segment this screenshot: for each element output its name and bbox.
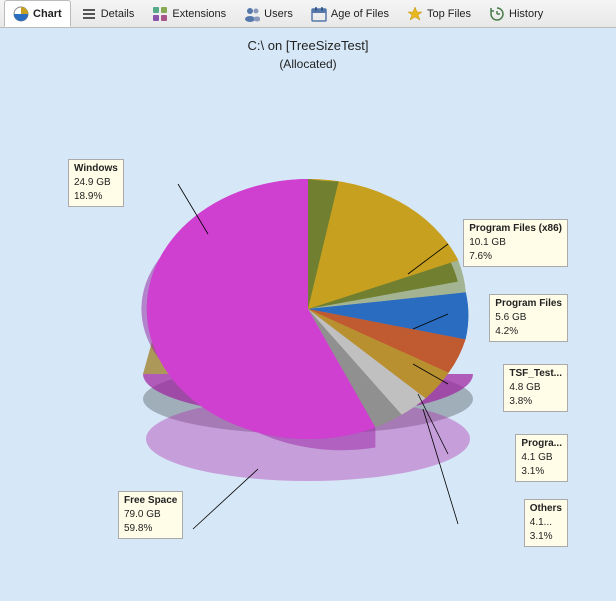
extensions-icon xyxy=(152,6,168,22)
label-progra-name: Progra... xyxy=(521,437,562,451)
history-icon xyxy=(489,6,505,22)
pie-chart-svg xyxy=(108,89,508,489)
label-freespace-pct: 59.8% xyxy=(124,522,177,536)
age-of-files-icon xyxy=(311,6,327,22)
tab-age-of-files[interactable]: Age of Files xyxy=(303,0,397,27)
label-progra-pct: 3.1% xyxy=(521,465,562,479)
label-tsf-pct: 3.8% xyxy=(509,395,562,409)
label-others: Others 4.1... 3.1% xyxy=(524,499,568,547)
label-others-name: Others xyxy=(530,502,562,516)
label-freespace-size: 79.0 GB xyxy=(124,508,177,522)
tab-history[interactable]: History xyxy=(481,0,551,27)
pie-chart-icon xyxy=(13,6,29,22)
label-freespace: Free Space 79.0 GB 59.8% xyxy=(118,491,183,539)
chart-subtitle: (Allocated) xyxy=(279,57,336,71)
tab-top-files-label: Top Files xyxy=(427,8,471,20)
chart-area: C:\ on [TreeSizeTest] (Allocated) xyxy=(0,28,616,601)
label-freespace-name: Free Space xyxy=(124,494,177,508)
details-icon xyxy=(81,6,97,22)
tab-users[interactable]: Users xyxy=(236,0,301,27)
users-icon xyxy=(244,6,260,22)
chart-title: C:\ on [TreeSizeTest] xyxy=(248,38,369,53)
tab-age-of-files-label: Age of Files xyxy=(331,8,389,20)
tab-extensions-label: Extensions xyxy=(172,8,226,20)
top-files-icon xyxy=(407,6,423,22)
tab-chart[interactable]: Chart xyxy=(4,0,71,27)
label-tsf-name: TSF_Test... xyxy=(509,367,562,381)
tab-history-label: History xyxy=(509,8,543,20)
tab-extensions[interactable]: Extensions xyxy=(144,0,234,27)
label-progra: Progra... 4.1 GB 3.1% xyxy=(515,434,568,482)
label-others-size: 4.1... xyxy=(530,516,562,530)
pie-container: Windows 24.9 GB 18.9% Program Files (x86… xyxy=(38,79,578,569)
label-progra-size: 4.1 GB xyxy=(521,451,562,465)
toolbar: Chart Details Extensions Users xyxy=(0,0,616,28)
label-tsf-size: 4.8 GB xyxy=(509,381,562,395)
tab-details-label: Details xyxy=(101,8,135,20)
tab-top-files[interactable]: Top Files xyxy=(399,0,479,27)
tab-chart-label: Chart xyxy=(33,8,62,20)
label-others-pct: 3.1% xyxy=(530,530,562,544)
label-tsf: TSF_Test... 4.8 GB 3.8% xyxy=(503,364,568,412)
tab-users-label: Users xyxy=(264,8,293,20)
tab-details[interactable]: Details xyxy=(73,0,143,27)
